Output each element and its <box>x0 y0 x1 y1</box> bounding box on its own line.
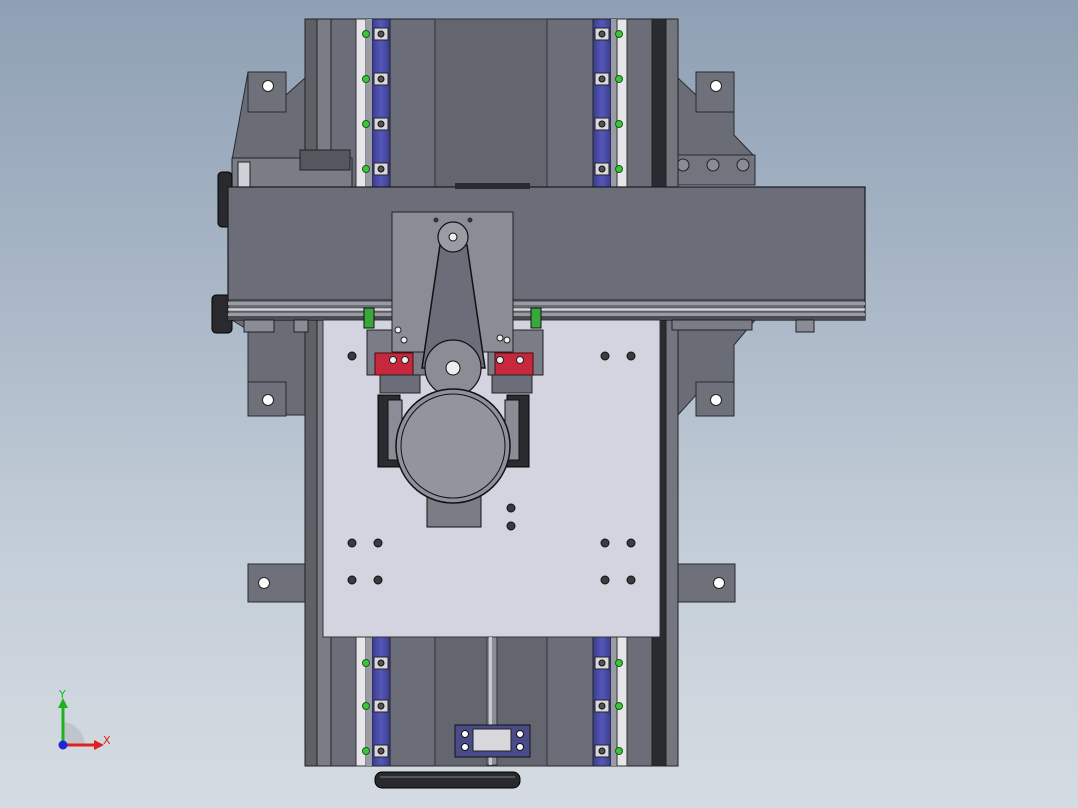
left-mount-bracket-bottom <box>230 319 306 417</box>
right-mount-bracket-bottom <box>677 319 757 417</box>
right-mount-bracket-top <box>671 71 756 186</box>
x-axis-gantry-beam <box>227 183 866 321</box>
triad-y-label: Y <box>58 688 66 701</box>
bottom-timing-belt <box>374 771 521 789</box>
cad-model-view[interactable]: Y X <box>0 0 1078 808</box>
screw-nut-bracket <box>454 724 531 758</box>
coordinate-triad <box>58 698 104 750</box>
graphics-viewport[interactable]: Y X <box>0 0 1078 808</box>
right-mount-foot <box>677 563 736 603</box>
left-mount-foot <box>247 563 307 603</box>
triad-x-label: X <box>103 734 111 747</box>
